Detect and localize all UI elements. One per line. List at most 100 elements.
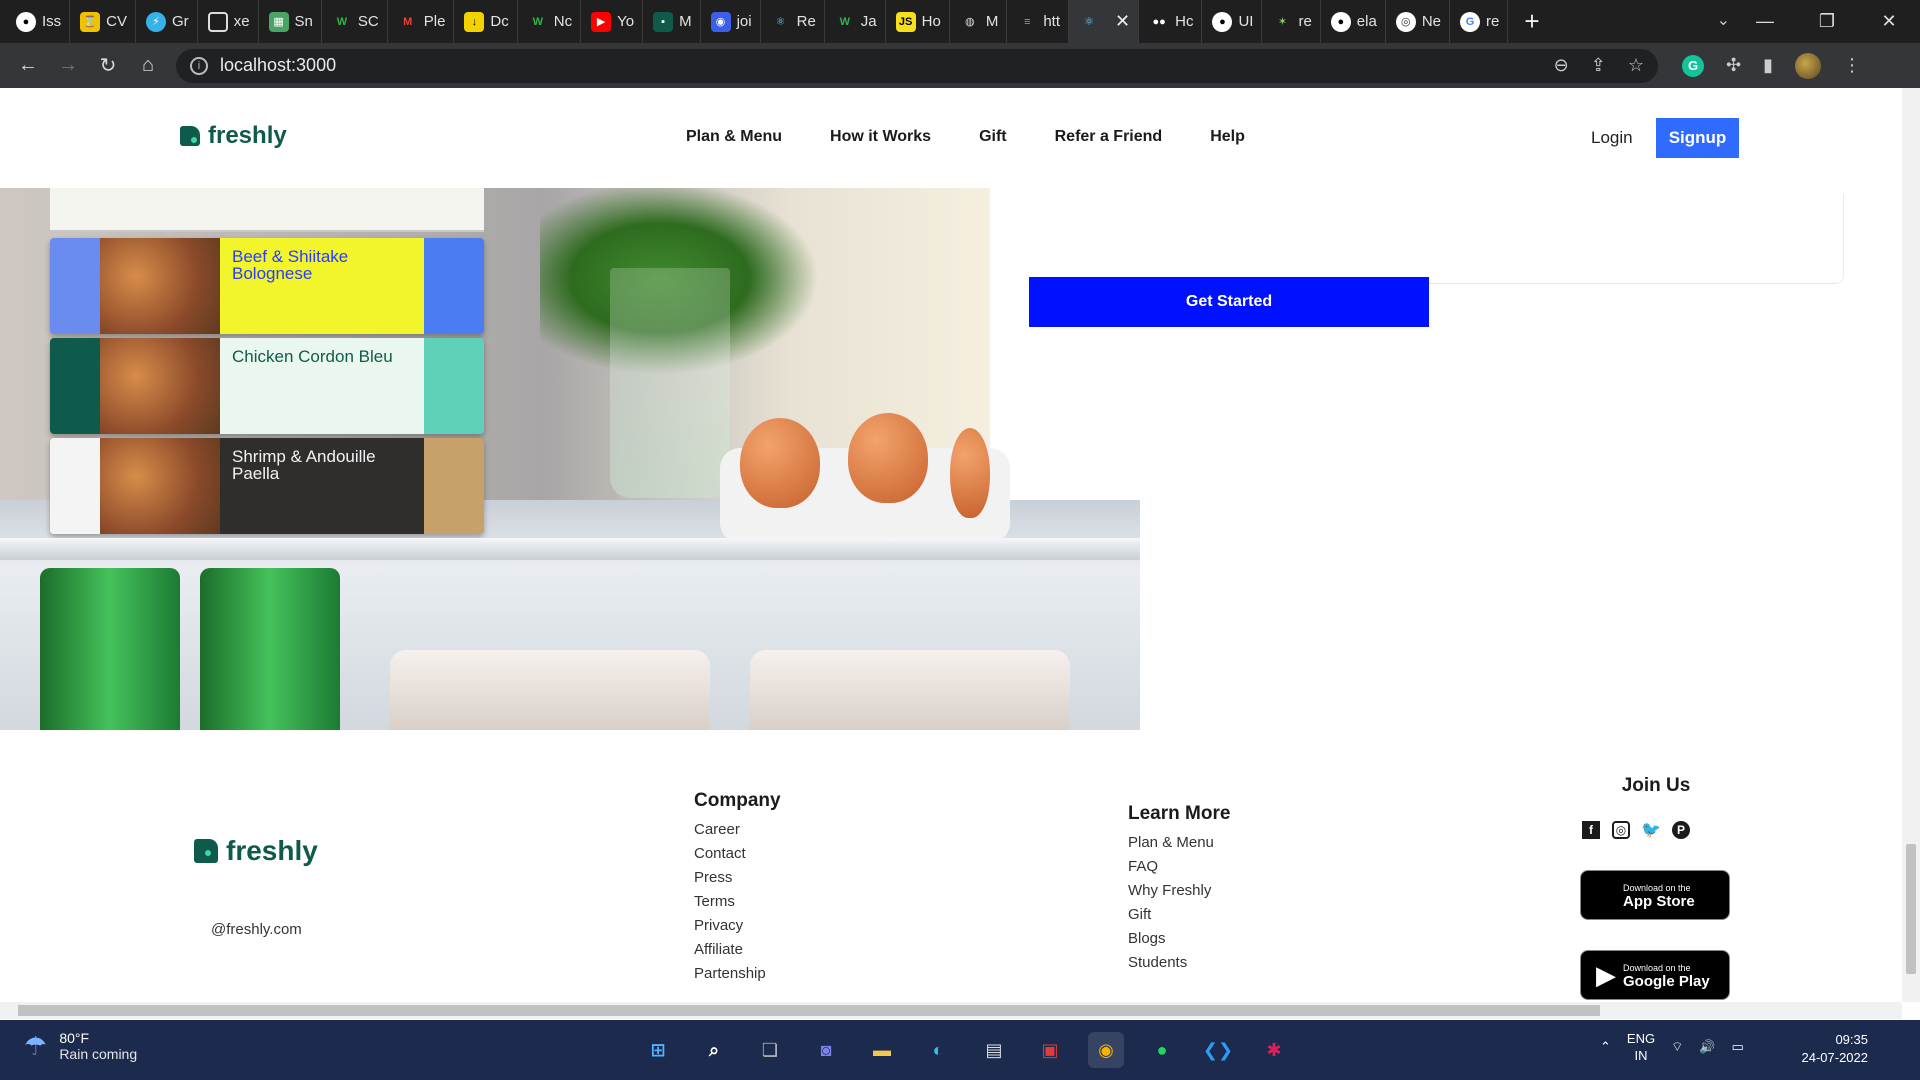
scroll-thumb[interactable] [1906, 844, 1916, 974]
browser-tab[interactable]: ●● Hc [1139, 0, 1203, 43]
nav-plan-menu[interactable]: Plan & Menu [686, 128, 782, 146]
nav-refer-a-friend[interactable]: Refer a Friend [1055, 128, 1163, 146]
gift-app-icon[interactable]: ▣ [1032, 1032, 1068, 1068]
footer-email[interactable]: @freshly.com [211, 921, 302, 938]
language-indicator[interactable]: ENG IN [1627, 1030, 1655, 1064]
vscode-icon[interactable]: ❮❯ [1200, 1032, 1236, 1068]
forward-icon[interactable]: → [48, 54, 88, 77]
footer-link-faq[interactable]: FAQ [1128, 855, 1230, 879]
minimize-icon[interactable]: — [1734, 0, 1796, 43]
browser-tab[interactable]: ● UI [1202, 0, 1263, 43]
browser-tab[interactable]: W SC [322, 0, 388, 43]
meal-label: Chicken Cordon Bleu [220, 338, 424, 434]
extensions-icon[interactable]: ✣ [1726, 55, 1741, 76]
browser-tab[interactable]: xe [198, 0, 259, 43]
weather-widget[interactable]: ☂ 80°F Rain coming [24, 1030, 137, 1062]
facebook-icon[interactable]: f [1582, 821, 1600, 839]
form-card-edge [1028, 194, 1844, 284]
share-icon[interactable]: ⇪ [1591, 55, 1606, 76]
profile-avatar[interactable] [1795, 52, 1821, 79]
chevron-up-icon[interactable]: ⌃ [1600, 1039, 1611, 1055]
nav-gift[interactable]: Gift [979, 128, 1007, 146]
footer-link-privacy[interactable]: Privacy [694, 914, 781, 938]
footer-link-why-freshly[interactable]: Why Freshly [1128, 879, 1230, 903]
browser-tab[interactable]: ▪ M [643, 0, 701, 43]
footer-link-blogs[interactable]: Blogs [1128, 927, 1230, 951]
slack-icon[interactable]: ✱ [1256, 1032, 1292, 1068]
signup-button[interactable]: Signup [1656, 118, 1739, 158]
instagram-icon[interactable]: ◎ [1612, 821, 1630, 839]
footer-link-terms[interactable]: Terms [694, 890, 781, 914]
clock[interactable]: 09:35 24-07-2022 [1802, 1031, 1869, 1067]
footer-link-students[interactable]: Students [1128, 951, 1230, 975]
restore-icon[interactable]: ❐ [1796, 0, 1858, 43]
browser-tab[interactable]: ⚛ Re [761, 0, 825, 43]
browser-tab[interactable]: ▦ Sn [259, 0, 322, 43]
volume-icon[interactable]: 🔊 [1699, 1039, 1715, 1055]
get-started-button[interactable]: Get Started [1029, 277, 1429, 327]
login-link[interactable]: Login [1591, 128, 1633, 148]
search-icon[interactable]: ⌕ [696, 1032, 732, 1068]
browser-menu-icon[interactable]: ⋮ [1843, 55, 1861, 76]
zoom-icon[interactable]: ⊖ [1554, 55, 1569, 76]
close-window-icon[interactable]: ✕ [1858, 0, 1920, 43]
browser-tab[interactable]: ≡ htt [1007, 0, 1070, 43]
pinterest-icon[interactable]: P [1672, 821, 1690, 839]
reload-icon[interactable]: ↻ [88, 53, 128, 78]
store-icon[interactable]: ▤ [976, 1032, 1012, 1068]
site-info-icon[interactable]: i [190, 56, 208, 75]
browser-tab[interactable]: ▶ Yo [581, 0, 644, 43]
footer-link-plan-menu[interactable]: Plan & Menu [1128, 831, 1230, 855]
browser-tab[interactable]: ✶ re [1262, 0, 1321, 43]
new-tab-icon[interactable]: + [1508, 6, 1555, 37]
windows-start-icon[interactable]: ⊞ [640, 1032, 676, 1068]
nav-how-it-works[interactable]: How it Works [830, 128, 931, 146]
browser-tab[interactable]: ⌛ CV [70, 0, 137, 43]
tab-search-icon[interactable]: ⌄ [1717, 10, 1730, 30]
browser-tab[interactable]: JS Ho [886, 0, 950, 43]
footer-link-affiliate[interactable]: Affiliate [694, 938, 781, 962]
chrome-icon[interactable]: ◉ [1088, 1032, 1124, 1068]
wifi-icon[interactable]: ⌔ [1671, 1039, 1683, 1055]
footer-link-career[interactable]: Career [694, 818, 781, 842]
w-icon: W [532, 15, 543, 28]
battery-icon[interactable]: ▭ [1732, 1039, 1744, 1055]
teams-icon[interactable]: ◙ [808, 1032, 844, 1068]
footer-link-gift[interactable]: Gift [1128, 903, 1230, 927]
google-play-badge[interactable]: ▶ Download on the Google Play [1580, 950, 1730, 1000]
task-view-icon[interactable]: ❏ [752, 1032, 788, 1068]
close-tab-icon[interactable]: ✕ [1115, 11, 1130, 32]
browser-tab[interactable]: W Ja [825, 0, 886, 43]
app-store-badge[interactable]: Download on the App Store [1580, 870, 1730, 920]
scroll-thumb[interactable] [18, 1005, 1600, 1016]
side-panel-icon[interactable]: ▮ [1763, 55, 1773, 76]
horizontal-scrollbar[interactable] [0, 1002, 1902, 1019]
spotify-icon[interactable]: ● [1144, 1032, 1180, 1068]
browser-tab[interactable]: ↓ Dc [454, 0, 518, 43]
browser-tab[interactable]: W Nc [518, 0, 582, 43]
browser-tab[interactable]: ◎ Ne [1386, 0, 1451, 43]
footer-logo[interactable]: freshly [194, 835, 318, 867]
vertical-scrollbar[interactable] [1902, 88, 1920, 1002]
browser-tab[interactable]: ● ela [1321, 0, 1386, 43]
back-icon[interactable]: ← [8, 54, 48, 77]
browser-tab[interactable]: M Ple [388, 0, 455, 43]
edge-icon[interactable]: ◐ [920, 1032, 956, 1068]
footer-link-partnership[interactable]: Partenship [694, 962, 781, 986]
grammarly-icon[interactable]: G [1682, 54, 1704, 77]
file-explorer-icon[interactable]: ▬ [864, 1032, 900, 1068]
bookmark-star-icon[interactable]: ☆ [1628, 55, 1644, 76]
browser-tab[interactable]: ⚡ Gr [136, 0, 198, 43]
address-bar[interactable]: i localhost:3000 ⊖ ⇪ ☆ [176, 48, 1658, 83]
browser-tab[interactable]: ◍ M [950, 0, 1008, 43]
header-logo[interactable]: freshly [180, 122, 287, 150]
browser-tab[interactable]: ● Iss [6, 0, 71, 43]
footer-link-contact[interactable]: Contact [694, 842, 781, 866]
browser-tab[interactable]: Gre [1450, 0, 1509, 43]
footer-link-press[interactable]: Press [694, 866, 781, 890]
browser-tab-active[interactable]: ⚛ ✕ [1069, 0, 1140, 43]
home-icon[interactable]: ⌂ [128, 54, 168, 77]
twitter-icon[interactable]: 🐦 [1641, 821, 1661, 839]
nav-help[interactable]: Help [1210, 128, 1245, 146]
browser-tab[interactable]: ◉ joi [701, 0, 761, 43]
